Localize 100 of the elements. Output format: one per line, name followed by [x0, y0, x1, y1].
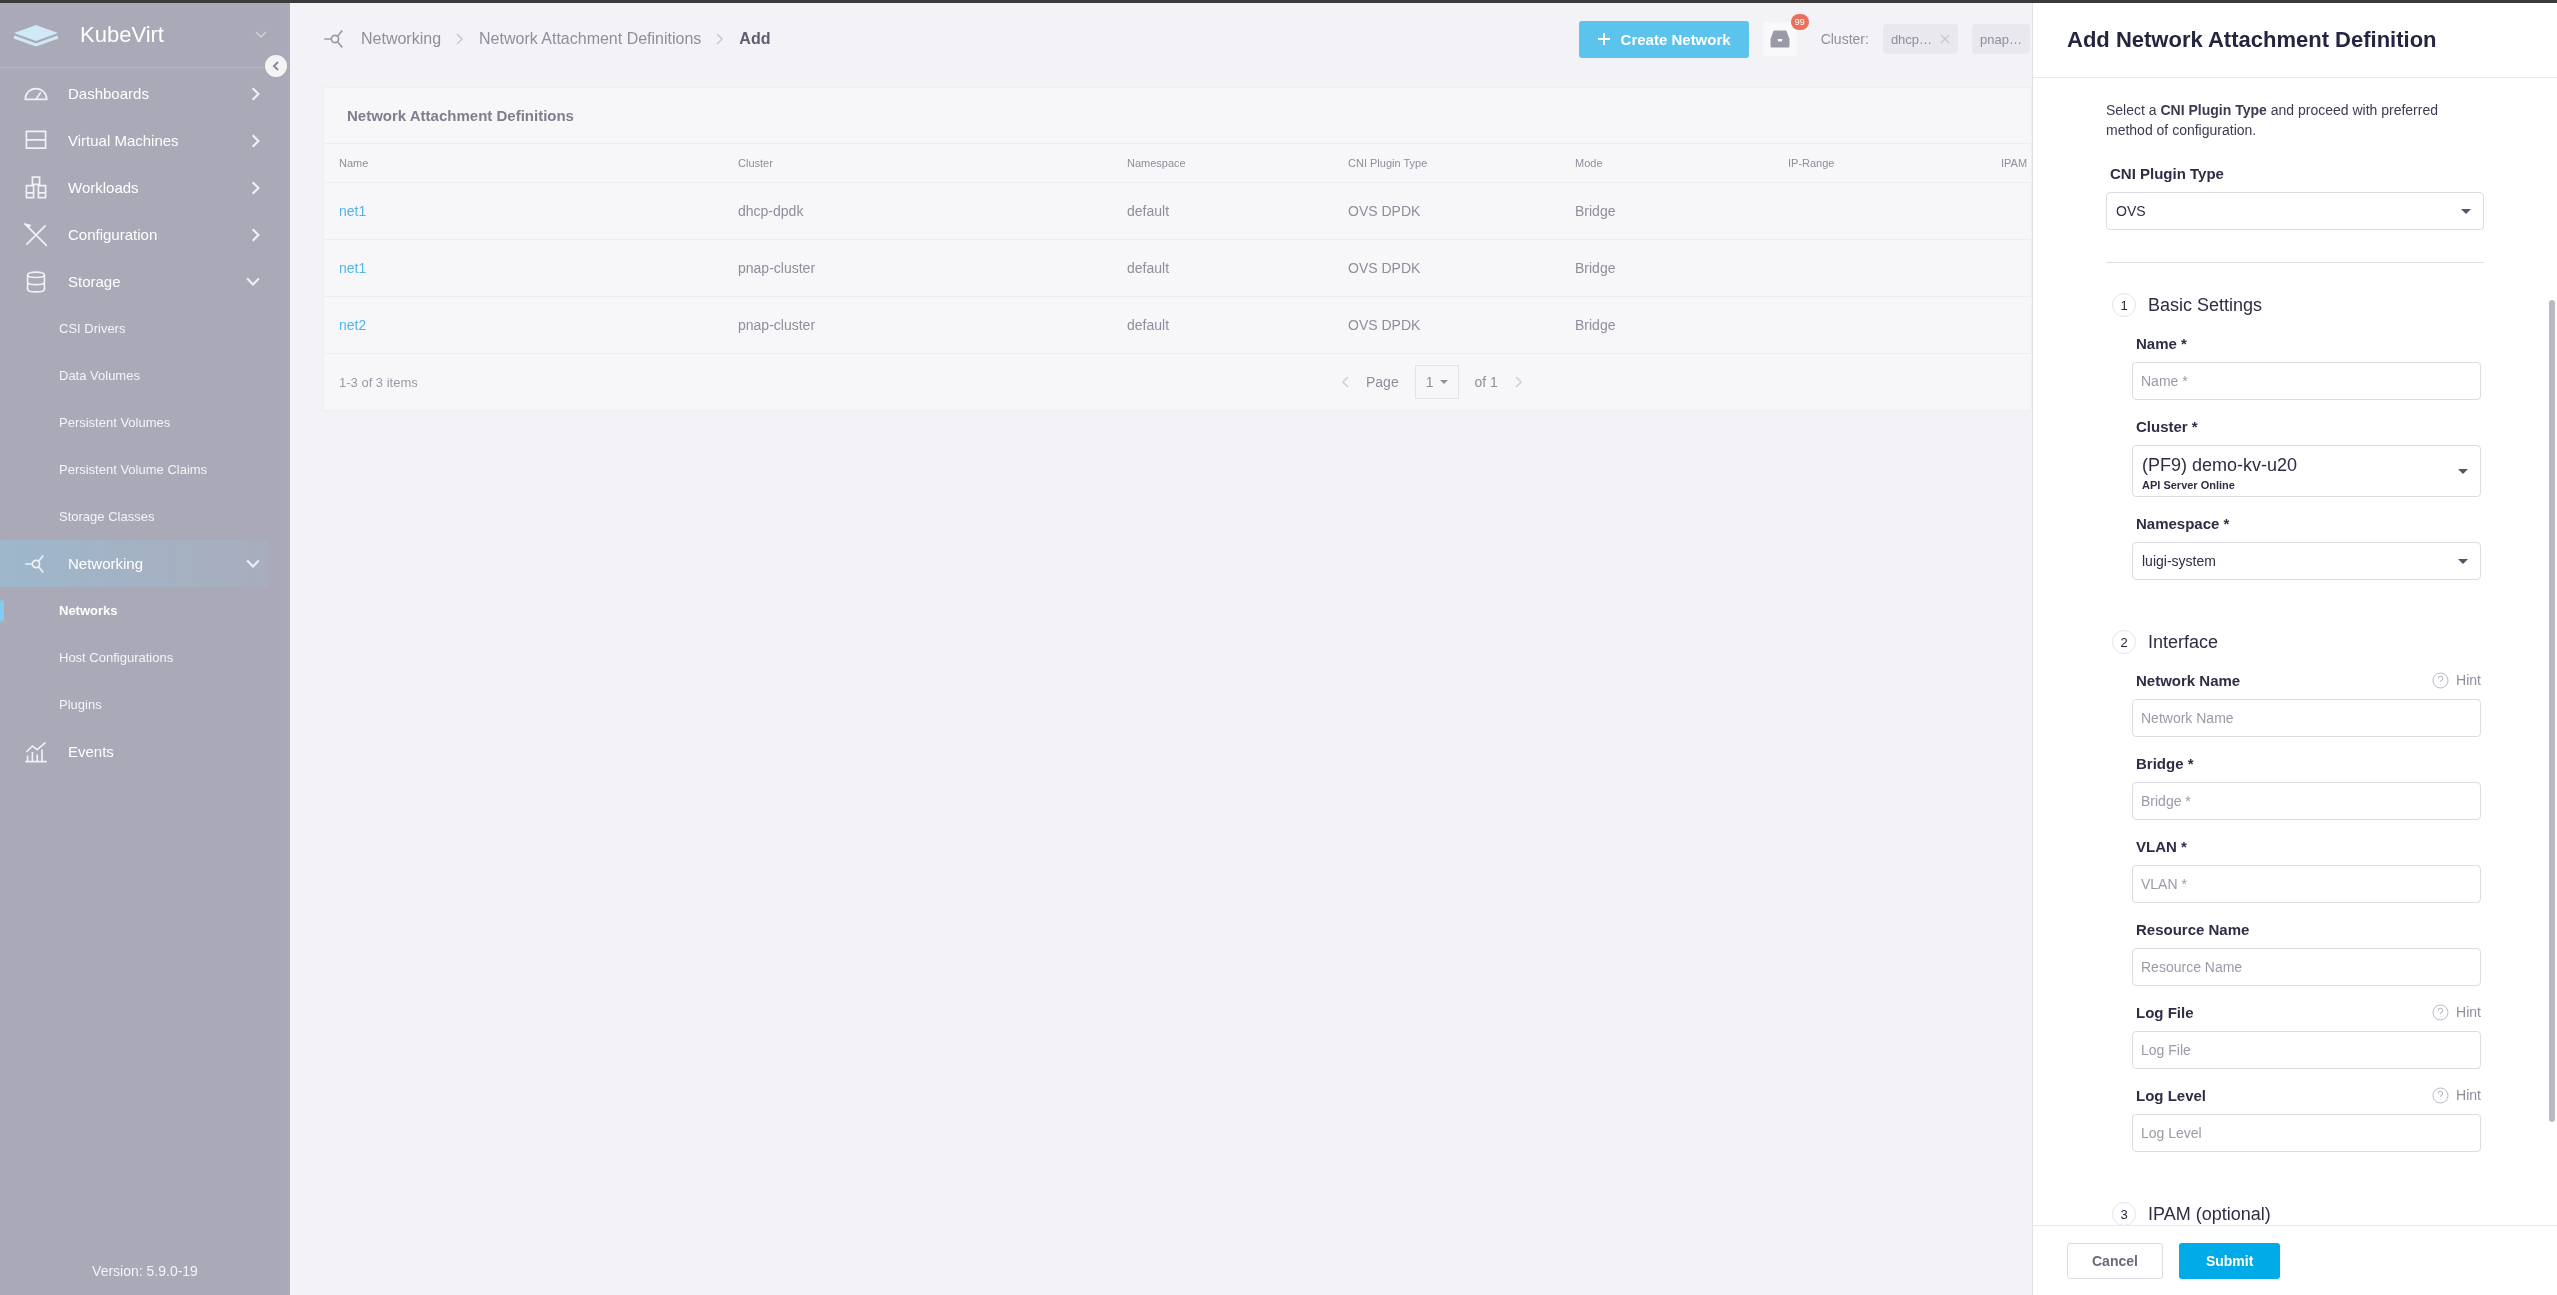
- section-title: IPAM (optional): [2148, 1203, 2271, 1225]
- dropdown-field[interactable]: luigi-system: [2132, 542, 2481, 580]
- table-cell: dhcp-dpdk: [738, 203, 804, 219]
- caret-icon: [2461, 208, 2471, 214]
- sidebar-subitem[interactable]: Plugins: [0, 681, 290, 728]
- sidebar-subitem[interactable]: Data Volumes: [0, 352, 290, 399]
- chevron-right-icon: [715, 32, 726, 46]
- tools-icon: [24, 222, 48, 247]
- text-input-field[interactable]: Network Name: [2132, 699, 2481, 737]
- table-cell: default: [1127, 260, 1170, 276]
- cancel-button[interactable]: Cancel: [2067, 1242, 2163, 1279]
- table-cell: Bridge: [1575, 260, 1616, 276]
- help-icon[interactable]: [2432, 1086, 2450, 1104]
- page-select[interactable]: 1: [1414, 365, 1459, 399]
- sidebar-item[interactable]: Workloads: [0, 164, 290, 211]
- field-label: VLAN *: [2136, 837, 2187, 855]
- table-cell: default: [1127, 203, 1170, 219]
- text-input-field[interactable]: VLAN *: [2132, 865, 2481, 903]
- text-input-field[interactable]: Bridge *: [2132, 782, 2481, 820]
- sidebar-item[interactable]: Networking: [0, 540, 268, 587]
- version-text: Version: 5.9.0-19: [91, 1263, 199, 1281]
- page-total: of 1: [1474, 374, 1498, 390]
- database-icon: [24, 269, 48, 294]
- sidebar-item[interactable]: Configuration: [0, 211, 290, 258]
- section-title: Basic Settings: [2148, 294, 2263, 316]
- table-cell: Bridge: [1575, 317, 1616, 333]
- gauge-icon: [24, 86, 48, 101]
- scrollbar-thumb[interactable]: [2549, 300, 2555, 1122]
- notification-button[interactable]: [1762, 22, 1797, 56]
- hint-label[interactable]: Hint: [2456, 1087, 2481, 1103]
- text-input-field[interactable]: Log File: [2132, 1031, 2481, 1069]
- field-label: Network Name: [2136, 671, 2241, 689]
- drawer-title: Add Network Attachment Definition: [2067, 27, 2437, 53]
- chevron-right-icon[interactable]: [1513, 375, 1524, 389]
- field-label: Cluster *: [2136, 417, 2198, 435]
- create-network-button[interactable]: Create Network: [1578, 20, 1749, 58]
- sidebar-subitem[interactable]: Persistent Volumes: [0, 399, 290, 446]
- table-title: Network Attachment Definitions: [324, 88, 2031, 144]
- hint-label[interactable]: Hint: [2456, 672, 2481, 688]
- column-header[interactable]: CNI Plugin Type: [1348, 157, 1575, 169]
- column-header[interactable]: Cluster: [738, 157, 1127, 169]
- plus-icon: [1596, 32, 1611, 46]
- dropdown-field[interactable]: (PF9) demo-kv-u20 API Server Online: [2132, 445, 2481, 497]
- chevron-left-icon[interactable]: [1340, 375, 1350, 389]
- sidebar-subitem[interactable]: Persistent Volume Claims: [0, 446, 290, 493]
- breadcrumb-link[interactable]: Add: [739, 30, 771, 48]
- section-title: Interface: [2148, 631, 2219, 653]
- table-cell: pnap-cluster: [738, 260, 816, 276]
- field-label: Log File: [2136, 1003, 2194, 1021]
- network-name-link[interactable]: net2: [339, 317, 367, 333]
- breadcrumb-link[interactable]: Networking: [361, 30, 442, 48]
- notification-badge: 99: [1790, 14, 1809, 30]
- description-text: Select a CNI Plugin Type and proceed with preferred method of configuration.: [2106, 101, 2439, 140]
- page-label: Page: [1366, 374, 1399, 390]
- breadcrumb-link[interactable]: Network Attachment Definitions: [479, 30, 702, 48]
- network-name-link[interactable]: net1: [339, 203, 367, 219]
- text-input-field[interactable]: Log Level: [2132, 1114, 2481, 1152]
- sidebar-item[interactable]: Storage: [0, 258, 290, 305]
- caret-icon: [2458, 558, 2468, 564]
- sidebar-subitem[interactable]: CSI Drivers: [0, 305, 290, 352]
- item-count: 1-3 of 3 items: [339, 374, 418, 390]
- sidebar-item[interactable]: Dashboards: [0, 70, 290, 117]
- field-label: Namespace *: [2136, 514, 2230, 532]
- table-cell: default: [1127, 317, 1170, 333]
- sidebar-subitem[interactable]: Host Configurations: [0, 634, 290, 681]
- help-icon[interactable]: [2432, 1003, 2450, 1021]
- field-label: Name *: [2136, 334, 2187, 352]
- table-cell: OVS DPDK: [1348, 203, 1421, 219]
- submit-button[interactable]: Submit: [2178, 1242, 2281, 1279]
- text-input-field[interactable]: Resource Name: [2132, 948, 2481, 986]
- sidebar-item[interactable]: Virtual Machines: [0, 117, 290, 164]
- cubes-icon: [24, 175, 48, 200]
- sidebar-item[interactable]: Events: [0, 728, 290, 775]
- sidebar-subitem[interactable]: Networks: [0, 587, 290, 634]
- cluster-chip[interactable]: dhcp…: [1882, 24, 1959, 54]
- close-icon[interactable]: [1940, 34, 1951, 44]
- column-header[interactable]: IP-Range: [1788, 157, 2001, 169]
- inbox-icon: [1768, 29, 1791, 49]
- table-cell: pnap-cluster: [738, 317, 816, 333]
- field-label: Bridge *: [2136, 754, 2194, 772]
- cluster-chip[interactable]: pnap…: [1972, 24, 2030, 54]
- sidebar-subitem[interactable]: Storage Classes: [0, 493, 290, 540]
- plugin-type-select[interactable]: OVS: [2106, 192, 2484, 230]
- logo-icon: [12, 23, 60, 47]
- field-label: Log Level: [2136, 1086, 2206, 1104]
- table-cell: Bridge: [1575, 203, 1616, 219]
- field-label: CNI Plugin Type: [2110, 165, 2225, 182]
- chart-icon: [24, 739, 48, 764]
- chevron-right-icon: [455, 32, 466, 46]
- text-input-field[interactable]: Name *: [2132, 362, 2481, 400]
- help-icon[interactable]: [2432, 671, 2450, 689]
- table-cell: OVS DPDK: [1348, 317, 1421, 333]
- hint-label[interactable]: Hint: [2456, 1004, 2481, 1020]
- column-header[interactable]: IPAM: [2001, 157, 2031, 169]
- network-name-link[interactable]: net1: [339, 260, 367, 276]
- column-header[interactable]: Mode: [1575, 157, 1788, 169]
- column-header[interactable]: Name: [339, 157, 738, 169]
- column-header[interactable]: Namespace: [1127, 157, 1348, 169]
- collapse-button[interactable]: [265, 55, 287, 77]
- chevron-down-icon[interactable]: [254, 30, 268, 40]
